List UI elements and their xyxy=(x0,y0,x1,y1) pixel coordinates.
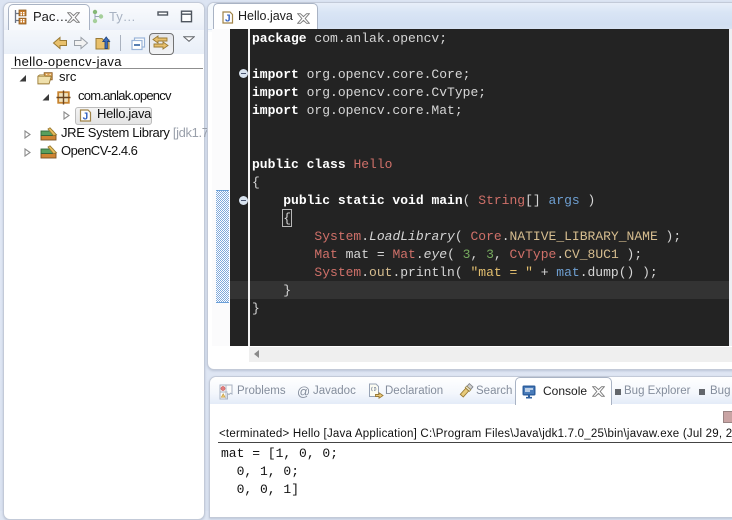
svg-text:J: J xyxy=(83,112,89,123)
svg-text:J: J xyxy=(225,14,231,25)
